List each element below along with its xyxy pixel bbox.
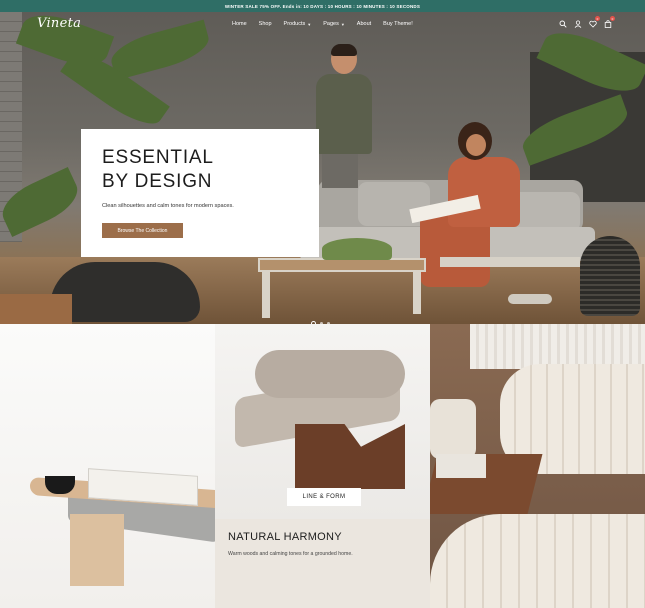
- main-nav: Home Shop Products ▼ Pages ▼ About Buy The…: [232, 21, 425, 27]
- header-icons: 0 0: [558, 16, 615, 28]
- chevron-down-icon: ▼: [307, 21, 312, 27]
- man-legs: [322, 152, 358, 188]
- man-figure: [316, 74, 372, 154]
- nav-products-label: Products: [283, 21, 306, 27]
- nav-buy-theme-label: Buy Theme!: [383, 21, 413, 27]
- search-icon[interactable]: [558, 19, 567, 28]
- tile-text-panel: NATURAL HARMONY Warm woods and calming t…: [215, 519, 430, 608]
- nav-about-label: About: [356, 21, 372, 27]
- shoes: [508, 294, 552, 304]
- curved-sofa-front: [430, 514, 645, 608]
- armchair: [430, 399, 476, 459]
- table-leg: [413, 270, 421, 314]
- nav-shop-label: Shop: [258, 21, 272, 27]
- cart-icon[interactable]: 0: [603, 16, 615, 28]
- tile-title: NATURAL HARMONY: [228, 531, 342, 543]
- plant-pot: [0, 294, 72, 324]
- wishlist-count-badge: 0: [595, 16, 600, 21]
- hero-subtitle: Clean silhouettes and calm tones for mod…: [102, 203, 234, 209]
- nav-pages[interactable]: Pages ▼: [323, 21, 345, 27]
- nav-home-label: Home: [232, 21, 247, 27]
- bolster-cushion: [255, 350, 405, 398]
- collection-tile-bench[interactable]: [0, 324, 215, 608]
- man-hair: [331, 44, 357, 56]
- floor-lantern: [580, 236, 640, 316]
- line-form-label[interactable]: LINE & FORM: [287, 488, 361, 506]
- nav-pages-label: Pages: [323, 21, 339, 27]
- curtain: [470, 324, 645, 369]
- coffee-table: [258, 258, 426, 272]
- hero-title-line2: BY DESIGN: [102, 171, 213, 192]
- site-header: Vineta Home Shop Products ▼ Pages ▼ About …: [0, 12, 645, 38]
- tile-subtitle: Warm woods and calming tones for a groun…: [228, 551, 353, 557]
- cart-count-badge: 0: [610, 16, 615, 21]
- chevron-down-icon: ▼: [340, 21, 345, 27]
- page: WINTER SALE 75% OFF. Ends in: 10 DAYS : …: [0, 0, 645, 608]
- bench-leg: [70, 514, 124, 586]
- woman-face: [466, 134, 486, 156]
- announcement-bar: WINTER SALE 75% OFF. Ends in: 10 DAYS : …: [0, 0, 645, 12]
- table-leg: [262, 270, 270, 318]
- turtle-sculpture: [50, 262, 200, 322]
- nav-home[interactable]: Home: [232, 21, 247, 27]
- hero-card: ESSENTIAL BY DESIGN Clean silhouettes an…: [81, 129, 319, 257]
- table-plants: [322, 238, 392, 260]
- nav-buy-theme[interactable]: Buy Theme!: [383, 21, 413, 27]
- heart-icon[interactable]: 0: [588, 16, 600, 28]
- wooden-base: [295, 424, 405, 489]
- nav-products[interactable]: Products ▼: [284, 21, 312, 27]
- collection-tile-line-form[interactable]: LINE & FORM NATURAL HARMONY Warm woods a…: [215, 324, 430, 608]
- user-icon[interactable]: [573, 19, 582, 28]
- woman-figure: [448, 157, 520, 227]
- collection-tile-sofa[interactable]: [430, 324, 645, 608]
- books: [436, 454, 486, 478]
- logo[interactable]: Vineta: [37, 16, 81, 31]
- browse-collection-button[interactable]: Browse The Collection: [102, 223, 183, 238]
- nav-about[interactable]: About: [357, 21, 371, 27]
- side-table: [440, 257, 580, 267]
- hero-title: ESSENTIAL BY DESIGN: [102, 146, 302, 194]
- nav-shop[interactable]: Shop: [259, 21, 272, 27]
- announcement-text: WINTER SALE 75% OFF. Ends in: 10 DAYS : …: [224, 3, 421, 9]
- hero-banner: ESSENTIAL BY DESIGN Clean silhouettes an…: [0, 12, 645, 324]
- hero-title-line1: ESSENTIAL: [102, 147, 214, 168]
- black-cup: [45, 476, 75, 494]
